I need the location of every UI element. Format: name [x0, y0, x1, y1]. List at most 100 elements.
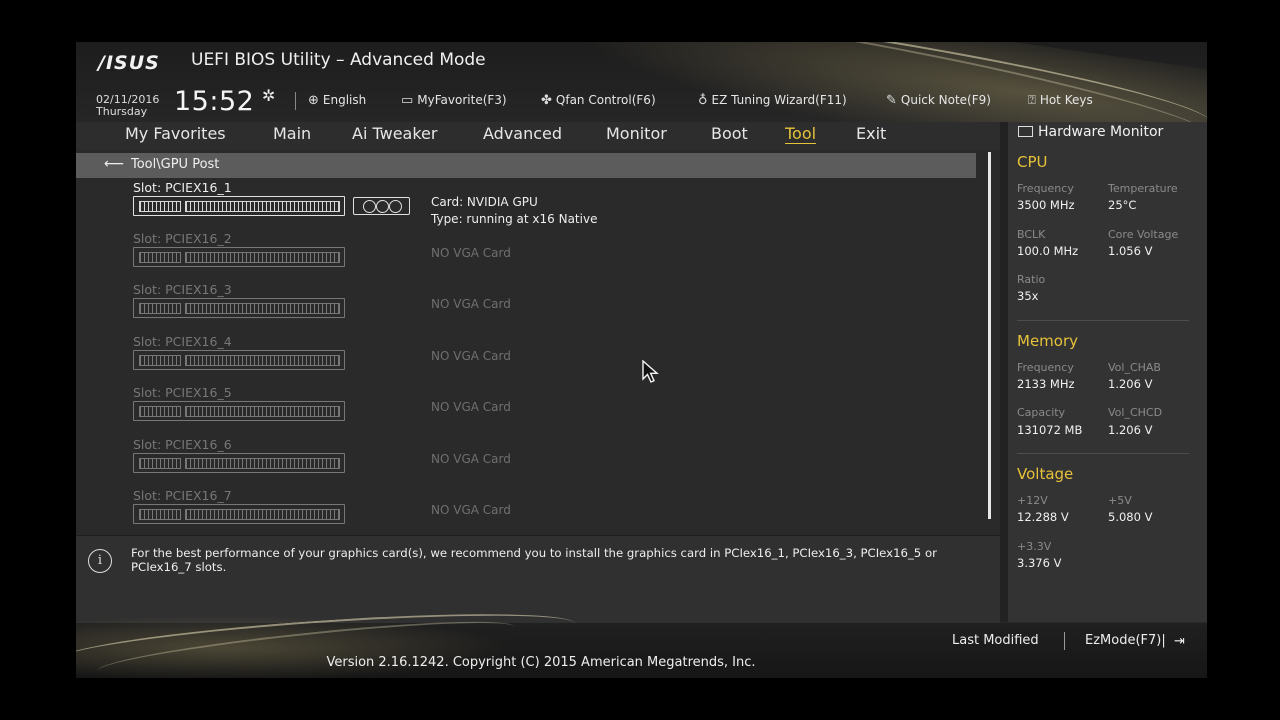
pcie-slot-row[interactable]: Slot: PCIEX16_1 Card: NVIDIA GPU Type: r… [133, 180, 953, 231]
day-display: Thursday [96, 105, 148, 118]
keyboard-icon: ▭ [401, 93, 414, 108]
pcie-slot-row[interactable]: Slot: PCIEX16_5 NO VGA Card [133, 385, 953, 436]
slot-label: Slot: PCIEX16_1 [133, 180, 232, 195]
pcie-slot-row[interactable]: Slot: PCIEX16_3 NO VGA Card [133, 282, 953, 333]
mouse-cursor-icon [642, 360, 659, 383]
cpu-frequency-label: Frequency [1017, 182, 1074, 195]
breadcrumb-path: Tool\GPU Post [131, 157, 220, 172]
vol-chab-value: 1.206 V [1108, 377, 1153, 391]
pcie-slot-icon [133, 196, 345, 216]
slot-label: Slot: PCIEX16_6 [133, 437, 232, 452]
help-icon: ⍰ [1028, 93, 1036, 108]
pcie-slot-row[interactable]: Slot: PCIEX16_6 NO VGA Card [133, 437, 953, 488]
pcie-slot-icon [133, 298, 345, 318]
pcie-slot-row[interactable]: Slot: PCIEX16_4 NO VGA Card [133, 334, 953, 385]
section-divider [1017, 453, 1189, 454]
slot-label: Slot: PCIEX16_7 [133, 488, 232, 503]
footer-divider [1064, 632, 1065, 650]
tab-ai-tweaker[interactable]: Ai Tweaker [352, 124, 437, 143]
language-button[interactable]: ⊕ English [308, 93, 366, 108]
quick-note-button[interactable]: ✎ Quick Note(F9) [886, 93, 991, 108]
tab-advanced[interactable]: Advanced [483, 124, 562, 143]
qfan-control-label: Qfan Control(F6) [555, 93, 656, 107]
help-text: For the best performance of your graphic… [131, 546, 937, 574]
lightbulb-icon: ♁ [698, 93, 708, 108]
help-info-bar: i For the best performance of your graph… [76, 535, 1000, 624]
capacity-value: 131072 MB [1017, 423, 1083, 437]
slot-label: Slot: PCIEX16_2 [133, 231, 232, 246]
cpu-temperature-label: Temperature [1108, 182, 1178, 195]
vol-chcd-label: Vol_CHCD [1108, 406, 1163, 419]
card-status: NO VGA Card [431, 349, 511, 363]
qfan-control-button[interactable]: ✤ Qfan Control(F6) [541, 93, 656, 108]
card-type: Type: running at x16 Native [431, 212, 598, 226]
card-name: Card: NVIDIA GPU [431, 195, 538, 209]
asus-logo: /ISUS [98, 52, 160, 74]
pcie-slot-icon [133, 453, 345, 473]
slot-label: Slot: PCIEX16_4 [133, 334, 232, 349]
vol-chcd-value: 1.206 V [1108, 423, 1153, 437]
quick-note-label: Quick Note(F9) [900, 93, 991, 107]
footer-bar: Last Modified EzMode(F7)| ⇥ Version 2.16… [76, 602, 1207, 678]
v12-label: +12V [1017, 494, 1048, 507]
tab-my-favorites[interactable]: My Favorites [125, 124, 226, 143]
hardware-monitor-title: Hardware Monitor [1018, 124, 1163, 140]
ratio-value: 35x [1017, 289, 1039, 303]
memory-heading: Memory [1017, 332, 1079, 350]
header-divider [295, 92, 296, 110]
tab-monitor[interactable]: Monitor [606, 124, 667, 143]
tab-exit[interactable]: Exit [856, 124, 886, 143]
fan-icon: ✤ [541, 93, 552, 108]
main-menu-tabs: My Favorites Main Ai Tweaker Advanced Mo… [76, 122, 1000, 150]
pcie-slot-icon [133, 401, 345, 421]
core-voltage-value: 1.056 V [1108, 244, 1153, 258]
pcie-slot-icon [133, 350, 345, 370]
version-text: Version 2.16.1242. Copyright (C) 2015 Am… [326, 655, 756, 670]
scrollbar[interactable] [988, 152, 991, 519]
hardware-monitor-panel: Hardware Monitor CPU Frequency 3500 MHz … [1008, 122, 1207, 622]
pcie-slot-icon [133, 504, 345, 524]
v5-value: 5.080 V [1108, 510, 1153, 524]
memory-frequency-label: Frequency [1017, 361, 1074, 374]
v12-value: 12.288 V [1017, 510, 1069, 524]
voltage-heading: Voltage [1017, 465, 1074, 483]
v33-label: +3.3V [1017, 540, 1052, 553]
cpu-heading: CPU [1017, 153, 1048, 171]
bclk-value: 100.0 MHz [1017, 244, 1079, 258]
ratio-label: Ratio [1017, 273, 1046, 286]
back-arrow-icon[interactable]: ⟵ [104, 156, 124, 172]
ez-tuning-wizard-button[interactable]: ♁ EZ Tuning Wizard(F11) [698, 93, 847, 108]
panel-divider [1000, 122, 1008, 622]
note-icon: ✎ [886, 93, 897, 108]
tab-tool[interactable]: Tool [785, 124, 816, 143]
exit-arrow-icon[interactable]: ⇥ [1174, 634, 1185, 649]
ez-tuning-wizard-label: EZ Tuning Wizard(F11) [711, 93, 847, 107]
app-title: UEFI BIOS Utility – Advanced Mode [191, 50, 486, 70]
clock-display: 15:52 [174, 86, 255, 117]
pcie-slot-row[interactable]: Slot: PCIEX16_2 NO VGA Card [133, 231, 953, 282]
core-voltage-label: Core Voltage [1108, 228, 1179, 241]
myfavorite-button[interactable]: ▭ MyFavorite(F3) [401, 93, 507, 108]
hot-keys-button[interactable]: ⍰ Hot Keys [1028, 93, 1093, 108]
vol-chab-label: Vol_CHAB [1108, 361, 1161, 374]
last-modified-button[interactable]: Last Modified [952, 633, 1039, 648]
slot-label: Slot: PCIEX16_3 [133, 282, 232, 297]
pcie-slot-row[interactable]: Slot: PCIEX16_7 NO VGA Card [133, 488, 953, 539]
hardware-monitor-label: Hardware Monitor [1038, 124, 1164, 140]
v5-label: +5V [1108, 494, 1132, 507]
bclk-label: BCLK [1017, 228, 1046, 241]
ezmode-button[interactable]: EzMode(F7)| [1085, 633, 1166, 648]
myfavorite-label: MyFavorite(F3) [417, 93, 507, 107]
v33-value: 3.376 V [1017, 556, 1062, 570]
clock-settings-icon[interactable]: ✲ [262, 86, 275, 105]
cpu-temperature-value: 25°C [1108, 198, 1137, 212]
tab-main[interactable]: Main [273, 124, 311, 143]
card-status: NO VGA Card [431, 400, 511, 414]
tab-boot[interactable]: Boot [711, 124, 748, 143]
pcie-slot-icon [133, 247, 345, 267]
graphics-card-icon [353, 197, 410, 215]
info-icon: i [88, 549, 112, 573]
capacity-label: Capacity [1017, 406, 1066, 419]
breadcrumb: ⟵ Tool\GPU Post [76, 153, 976, 178]
section-divider [1017, 320, 1189, 321]
